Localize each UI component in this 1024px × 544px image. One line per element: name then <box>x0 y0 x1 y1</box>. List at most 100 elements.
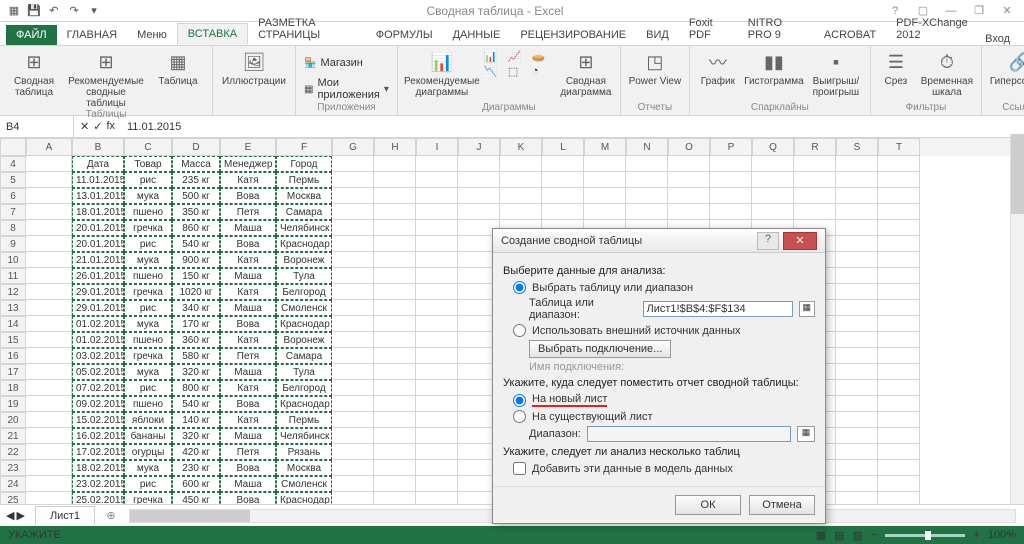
view-layout-icon[interactable]: ▤ <box>834 529 844 542</box>
view-normal-icon[interactable]: ▦ <box>816 529 826 542</box>
cell[interactable]: рис <box>124 300 172 316</box>
cell[interactable] <box>26 364 72 380</box>
tab-formulas[interactable]: ФОРМУЛЫ <box>366 25 443 45</box>
cell[interactable]: Маша <box>220 476 276 492</box>
cell[interactable] <box>752 156 794 172</box>
cell[interactable] <box>374 252 416 268</box>
cell[interactable] <box>374 284 416 300</box>
cell[interactable] <box>374 332 416 348</box>
cell[interactable] <box>332 268 374 284</box>
cell[interactable] <box>416 332 458 348</box>
cell[interactable] <box>710 188 752 204</box>
cell[interactable] <box>584 204 626 220</box>
cell[interactable] <box>374 300 416 316</box>
cell[interactable] <box>374 412 416 428</box>
cell[interactable]: 580 кг <box>172 348 220 364</box>
cell[interactable] <box>374 364 416 380</box>
cell[interactable] <box>332 444 374 460</box>
cell[interactable]: Маша <box>220 220 276 236</box>
cell[interactable]: 540 кг <box>172 236 220 252</box>
cell[interactable]: Краснодар <box>276 396 332 412</box>
dialog-close-icon[interactable]: ✕ <box>783 232 817 250</box>
cell[interactable]: пшено <box>124 332 172 348</box>
row-header[interactable]: 10 <box>0 252 26 268</box>
cell[interactable] <box>374 204 416 220</box>
cell[interactable]: Краснодар <box>276 236 332 252</box>
cell[interactable]: Самара <box>276 204 332 220</box>
cell[interactable] <box>878 364 920 380</box>
row-header[interactable]: 23 <box>0 460 26 476</box>
cell[interactable]: 340 кг <box>172 300 220 316</box>
cell[interactable] <box>878 348 920 364</box>
cell[interactable] <box>836 348 878 364</box>
cell[interactable] <box>584 172 626 188</box>
cell[interactable] <box>416 156 458 172</box>
row-header[interactable]: 4 <box>0 156 26 172</box>
cell[interactable]: мука <box>124 460 172 476</box>
cell[interactable]: рис <box>124 476 172 492</box>
row-header[interactable]: 21 <box>0 428 26 444</box>
cell[interactable] <box>878 172 920 188</box>
login-link[interactable]: Вход <box>985 33 1024 45</box>
cell[interactable]: 15.02.2015 <box>72 412 124 428</box>
cell[interactable]: 11.01.2015 <box>72 172 124 188</box>
tab-pdfx[interactable]: PDF-XChange 2012 <box>886 13 985 45</box>
cell[interactable] <box>500 172 542 188</box>
cell[interactable]: Вова <box>220 236 276 252</box>
cell[interactable]: 29.01.2015 <box>72 284 124 300</box>
cell[interactable] <box>332 188 374 204</box>
cell[interactable] <box>416 300 458 316</box>
column-header[interactable]: R <box>794 138 836 156</box>
cell[interactable] <box>878 460 920 476</box>
cell[interactable]: Самара <box>276 348 332 364</box>
chart-type-icon[interactable]: 📊 <box>484 50 506 63</box>
column-header[interactable]: Q <box>752 138 794 156</box>
cell[interactable] <box>416 412 458 428</box>
cell[interactable] <box>542 188 584 204</box>
cell[interactable] <box>416 364 458 380</box>
cell[interactable]: пшено <box>124 204 172 220</box>
cell[interactable]: рис <box>124 172 172 188</box>
cell[interactable] <box>332 204 374 220</box>
cell[interactable]: 900 кг <box>172 252 220 268</box>
cell[interactable]: Тула <box>276 364 332 380</box>
cell[interactable] <box>836 380 878 396</box>
row-header[interactable]: 19 <box>0 396 26 412</box>
header-cell[interactable]: Менеджер <box>220 156 276 172</box>
cell[interactable] <box>836 284 878 300</box>
cell[interactable]: Вова <box>220 460 276 476</box>
zoom-in-icon[interactable]: + <box>973 529 979 541</box>
enter-fx-icon[interactable]: ✓ <box>93 120 102 133</box>
cell[interactable] <box>374 396 416 412</box>
cell[interactable]: 01.02.2015 <box>72 316 124 332</box>
cell[interactable]: Вова <box>220 396 276 412</box>
slicer-button[interactable]: ☰Срез <box>877 48 915 87</box>
cell[interactable] <box>332 172 374 188</box>
add-sheet-icon[interactable]: ⊕ <box>101 509 121 522</box>
cell[interactable]: 18.01.2015 <box>72 204 124 220</box>
vertical-scrollbar[interactable] <box>1010 134 1024 504</box>
cell[interactable] <box>458 188 500 204</box>
cell[interactable]: 21.01.2015 <box>72 252 124 268</box>
radio-external-source[interactable]: Использовать внешний источник данных <box>513 324 815 337</box>
pivot-chart-button[interactable]: ⊞Сводная диаграмма <box>558 48 614 98</box>
cell[interactable] <box>878 444 920 460</box>
cell[interactable] <box>26 268 72 284</box>
column-header[interactable]: K <box>500 138 542 156</box>
column-header[interactable]: C <box>124 138 172 156</box>
cell[interactable] <box>332 220 374 236</box>
cell[interactable]: гречка <box>124 220 172 236</box>
sheet-prev-icon[interactable]: ◀ <box>6 509 14 522</box>
illustrations-button[interactable]: 🖼Иллюстрации <box>219 48 289 87</box>
cell[interactable] <box>584 188 626 204</box>
cell[interactable] <box>836 428 878 444</box>
cell[interactable]: Пермь <box>276 172 332 188</box>
cell[interactable] <box>416 268 458 284</box>
cell[interactable] <box>626 188 668 204</box>
cell[interactable] <box>26 220 72 236</box>
name-box[interactable] <box>0 116 74 137</box>
cell[interactable] <box>458 172 500 188</box>
header-cell[interactable]: Город <box>276 156 332 172</box>
cell[interactable]: бананы <box>124 428 172 444</box>
cell[interactable] <box>26 380 72 396</box>
